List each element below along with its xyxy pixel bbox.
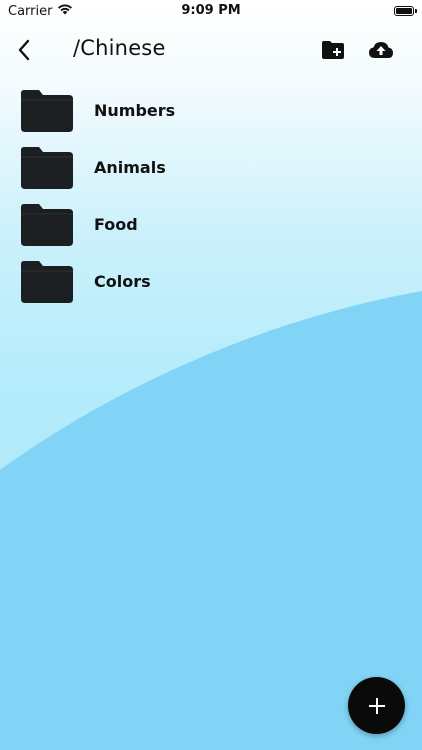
folder-item-food[interactable]: Food bbox=[0, 196, 422, 253]
status-left: Carrier bbox=[0, 3, 73, 19]
nav-bar: /Chinese bbox=[0, 28, 422, 72]
folder-item-colors[interactable]: Colors bbox=[0, 253, 422, 310]
folder-label: Food bbox=[94, 215, 138, 234]
status-bar: Carrier 9:09 PM bbox=[0, 0, 422, 22]
folder-plus-icon bbox=[322, 41, 344, 59]
folder-label: Animals bbox=[94, 158, 166, 177]
cloud-upload-icon bbox=[369, 42, 393, 58]
chevron-left-icon bbox=[18, 39, 30, 61]
folder-label: Colors bbox=[94, 272, 151, 291]
folder-icon bbox=[21, 260, 73, 303]
wifi-icon bbox=[57, 3, 73, 19]
add-button[interactable] bbox=[348, 677, 405, 734]
folder-icon bbox=[21, 203, 73, 246]
folder-icon bbox=[21, 146, 73, 189]
upload-button[interactable] bbox=[366, 36, 396, 64]
folder-icon bbox=[21, 89, 73, 132]
battery-icon bbox=[394, 6, 417, 16]
folder-item-numbers[interactable]: Numbers bbox=[0, 82, 422, 139]
plus-icon bbox=[368, 697, 385, 714]
status-right bbox=[394, 6, 422, 16]
back-button[interactable] bbox=[10, 34, 38, 66]
page-title: /Chinese bbox=[73, 36, 166, 60]
folder-item-animals[interactable]: Animals bbox=[0, 139, 422, 196]
new-folder-button[interactable] bbox=[318, 36, 348, 64]
folder-label: Numbers bbox=[94, 101, 176, 120]
carrier-label: Carrier bbox=[8, 3, 53, 19]
folder-list: Numbers Animals Food Colors bbox=[0, 82, 422, 310]
